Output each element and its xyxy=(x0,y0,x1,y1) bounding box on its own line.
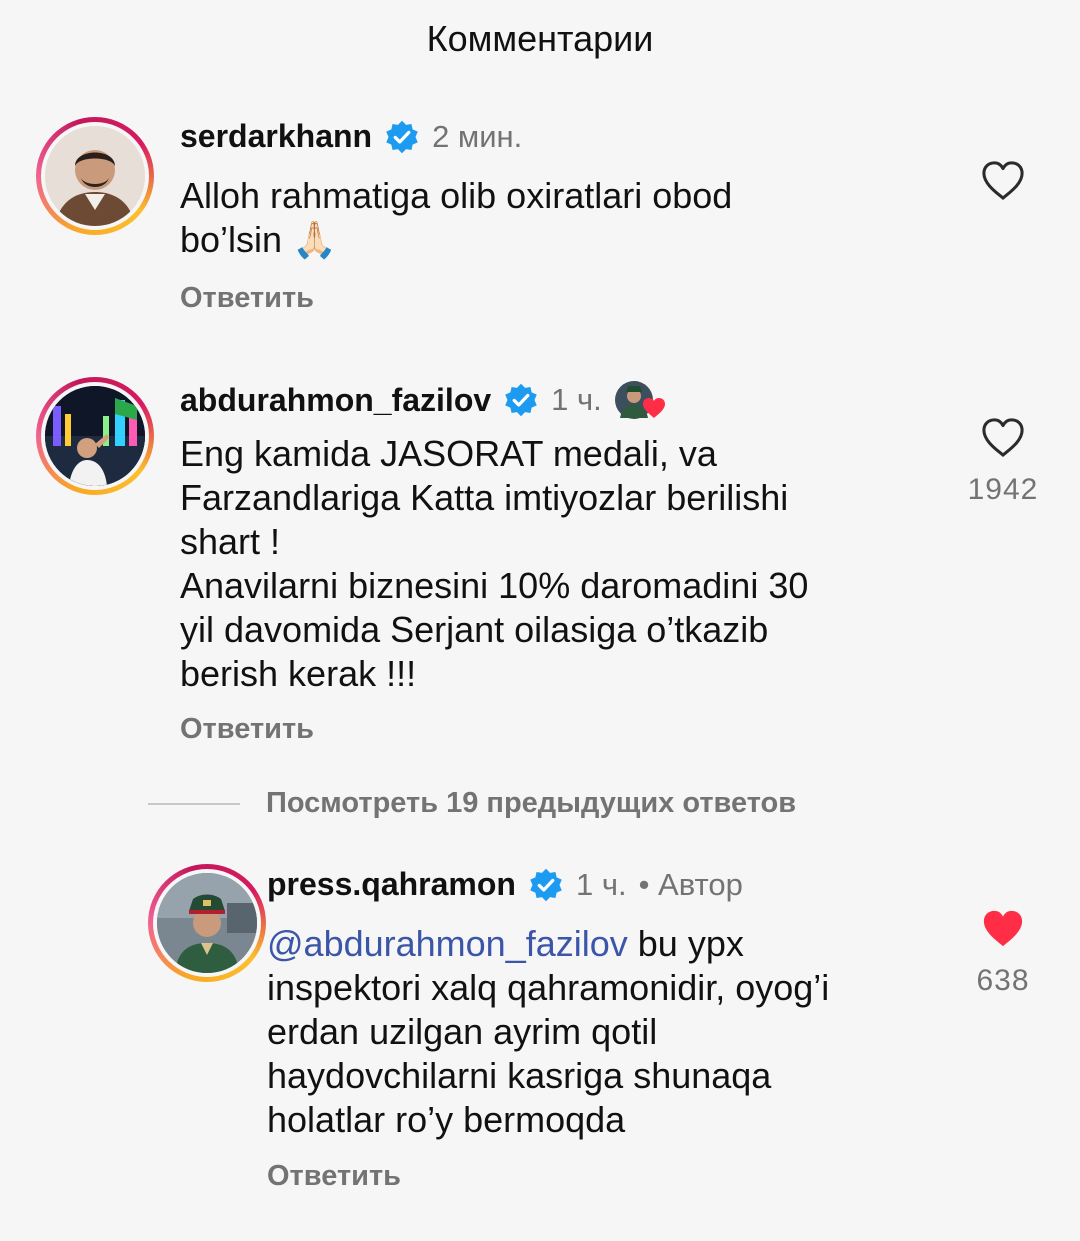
like-count: 638 xyxy=(976,964,1030,997)
reply-time: 1 ч. xyxy=(575,866,627,902)
view-previous-replies[interactable]: Посмотреть 19 предыдущих ответов xyxy=(148,787,796,820)
view-replies-label[interactable]: Посмотреть 19 предыдущих ответов xyxy=(266,787,796,820)
heart-filled-icon[interactable] xyxy=(980,908,1026,950)
avatar[interactable] xyxy=(36,117,154,235)
reply-button[interactable]: Ответить xyxy=(180,713,314,746)
like-count: 1942 xyxy=(967,473,1039,506)
avatar-photo xyxy=(45,386,145,486)
comment-body: Alloh rahmatiga olib oxiratlari obod bo’… xyxy=(180,175,733,260)
author-badge: • Автор xyxy=(638,866,743,902)
reply-button[interactable]: Ответить xyxy=(267,1160,401,1193)
like-control: 638 xyxy=(958,908,1048,998)
mention-link[interactable]: @abdurahmon_fazilov xyxy=(267,923,628,964)
verified-badge-icon xyxy=(530,868,562,901)
comment-text: Alloh rahmatiga olib oxiratlari obod bo’… xyxy=(180,174,880,262)
comment-text: Eng kamida JASORAT medali, va Farzandlar… xyxy=(180,433,809,694)
avatar[interactable] xyxy=(148,864,266,982)
comment-time: 1 ч. xyxy=(551,382,602,417)
verified-badge-icon xyxy=(386,120,418,153)
avatar-photo xyxy=(45,126,145,226)
like-control xyxy=(958,160,1048,202)
comment-time: 2 мин. xyxy=(432,118,523,154)
comment-username[interactable]: serdarkhann xyxy=(180,118,372,155)
heart-outline-icon[interactable] xyxy=(980,160,1026,202)
verified-badge-icon xyxy=(505,383,537,417)
author-avatar-heart-icon xyxy=(614,381,665,419)
like-control: 1942 xyxy=(958,417,1048,507)
avatar[interactable] xyxy=(36,377,154,495)
reply-username[interactable]: press.qahramon xyxy=(267,866,516,903)
reply-button[interactable]: Ответить xyxy=(180,282,314,315)
sheet-title: Комментарии xyxy=(426,18,654,59)
heart-outline-icon[interactable] xyxy=(980,417,1026,459)
comment-username[interactable]: abdurahmon_fazilov xyxy=(180,382,491,419)
author-liked-indicator xyxy=(614,378,666,422)
comments-sheet: Комментарии serdarkhann 2 мин. Alloh rah… xyxy=(0,0,1080,1241)
reply-text: @abdurahmon_fazilov bu ypx inspektori xa… xyxy=(267,922,947,1142)
divider-line xyxy=(148,802,240,805)
avatar-photo xyxy=(157,873,257,973)
praying-hands-emoji: 🙏🏻 xyxy=(292,219,337,260)
